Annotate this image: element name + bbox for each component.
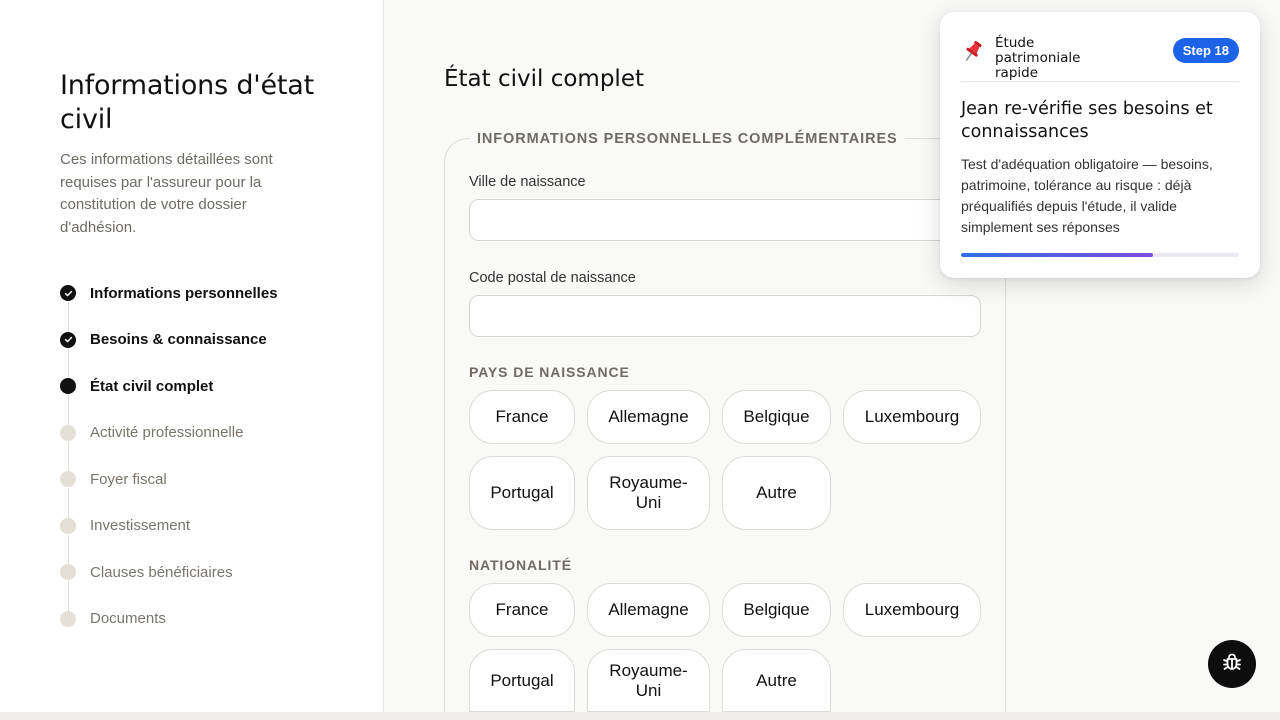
step-label: Clauses bénéficiaires	[90, 563, 233, 581]
debug-button[interactable]	[1208, 640, 1256, 688]
step-label: Foyer fiscal	[90, 470, 167, 488]
sidebar: Informations d'état civil Ces informatio…	[0, 0, 384, 712]
section-title: INFORMATIONS PERSONNELLES COMPLÉMENTAIRE…	[470, 131, 905, 147]
pending-step-dot	[60, 610, 76, 627]
page-title: État civil complet	[444, 66, 644, 92]
step-label: État civil complet	[90, 377, 214, 395]
sidebar-title: Informations d'état civil	[60, 70, 315, 135]
birth-country-option-royaume-uni[interactable]: Royaume-Uni	[587, 456, 710, 530]
birth-country-option-allemagne[interactable]: Allemagne	[587, 390, 710, 444]
tour-card: Étude patrimoniale rapide Step 18 Jean r…	[940, 12, 1260, 278]
bug-icon	[1220, 650, 1244, 679]
stepper: Informations personnelles Besoins & conn…	[60, 270, 360, 642]
nationality-option-royaume-uni[interactable]: Royaume-Uni	[587, 649, 710, 712]
tour-progress-fill	[961, 253, 1153, 257]
step-label: Activité professionnelle	[90, 424, 244, 442]
nationality-option-allemagne[interactable]: Allemagne	[587, 583, 710, 637]
nationality-option-luxembourg[interactable]: Luxembourg	[843, 583, 981, 637]
step-informations-personnelles[interactable]: Informations personnelles	[60, 270, 360, 332]
birth-country-option-portugal[interactable]: Portugal	[469, 456, 575, 530]
nationality-option-autre[interactable]: Autre	[722, 649, 831, 712]
step-activite-professionnelle[interactable]: Activité professionnelle	[60, 410, 360, 472]
tour-name: Étude patrimoniale rapide	[995, 35, 1081, 81]
step-besoins-connaissance[interactable]: Besoins & connaissance	[60, 317, 360, 379]
birth-postcode-input[interactable]	[469, 295, 981, 337]
step-foyer-fiscal[interactable]: Foyer fiscal	[60, 456, 360, 518]
step-clauses-beneficiaires[interactable]: Clauses bénéficiaires	[60, 549, 360, 611]
nationality-option-belgique[interactable]: Belgique	[722, 583, 831, 637]
pending-step-dot	[60, 517, 76, 534]
birth-country-option-autre[interactable]: Autre	[722, 456, 831, 530]
birth-country-option-france[interactable]: France	[469, 390, 575, 444]
tour-progress-bar	[961, 253, 1239, 257]
nationality-option-portugal[interactable]: Portugal	[469, 649, 575, 712]
step-label: Investissement	[90, 517, 191, 535]
divider	[961, 81, 1239, 82]
step-etat-civil-complet[interactable]: État civil complet	[60, 363, 360, 425]
current-step-dot	[60, 378, 76, 395]
sidebar-description: Ces informations détaillées sont requise…	[60, 151, 273, 236]
bottom-scrollbar-track	[0, 712, 1280, 720]
birth-postcode-label: Code postal de naissance	[469, 270, 636, 286]
step-label: Documents	[90, 610, 166, 628]
check-icon	[60, 285, 76, 302]
step-investissement[interactable]: Investissement	[60, 503, 360, 565]
birth-city-label: Ville de naissance	[469, 174, 586, 190]
check-icon	[60, 331, 76, 348]
step-label: Besoins & connaissance	[90, 331, 267, 349]
tour-body: Test d'adéquation obligatoire — besoins,…	[961, 156, 1213, 235]
nationality-option-france[interactable]: France	[469, 583, 575, 637]
pending-step-dot	[60, 471, 76, 488]
pending-step-dot	[60, 564, 76, 581]
birth-country-option-luxembourg[interactable]: Luxembourg	[843, 390, 981, 444]
step-badge: Step 18	[1172, 38, 1239, 63]
step-documents[interactable]: Documents	[60, 596, 360, 643]
pending-step-dot	[60, 424, 76, 441]
nationality-label: NATIONALITÉ	[469, 557, 572, 573]
birth-country-label: PAYS DE NAISSANCE	[469, 364, 630, 380]
pushpin-icon	[960, 38, 986, 64]
birth-city-input[interactable]	[469, 199, 981, 241]
birth-country-option-belgique[interactable]: Belgique	[722, 390, 831, 444]
tour-heading: Jean re-vérifie ses besoins et connaissa…	[961, 99, 1213, 142]
step-label: Informations personnelles	[90, 284, 278, 302]
